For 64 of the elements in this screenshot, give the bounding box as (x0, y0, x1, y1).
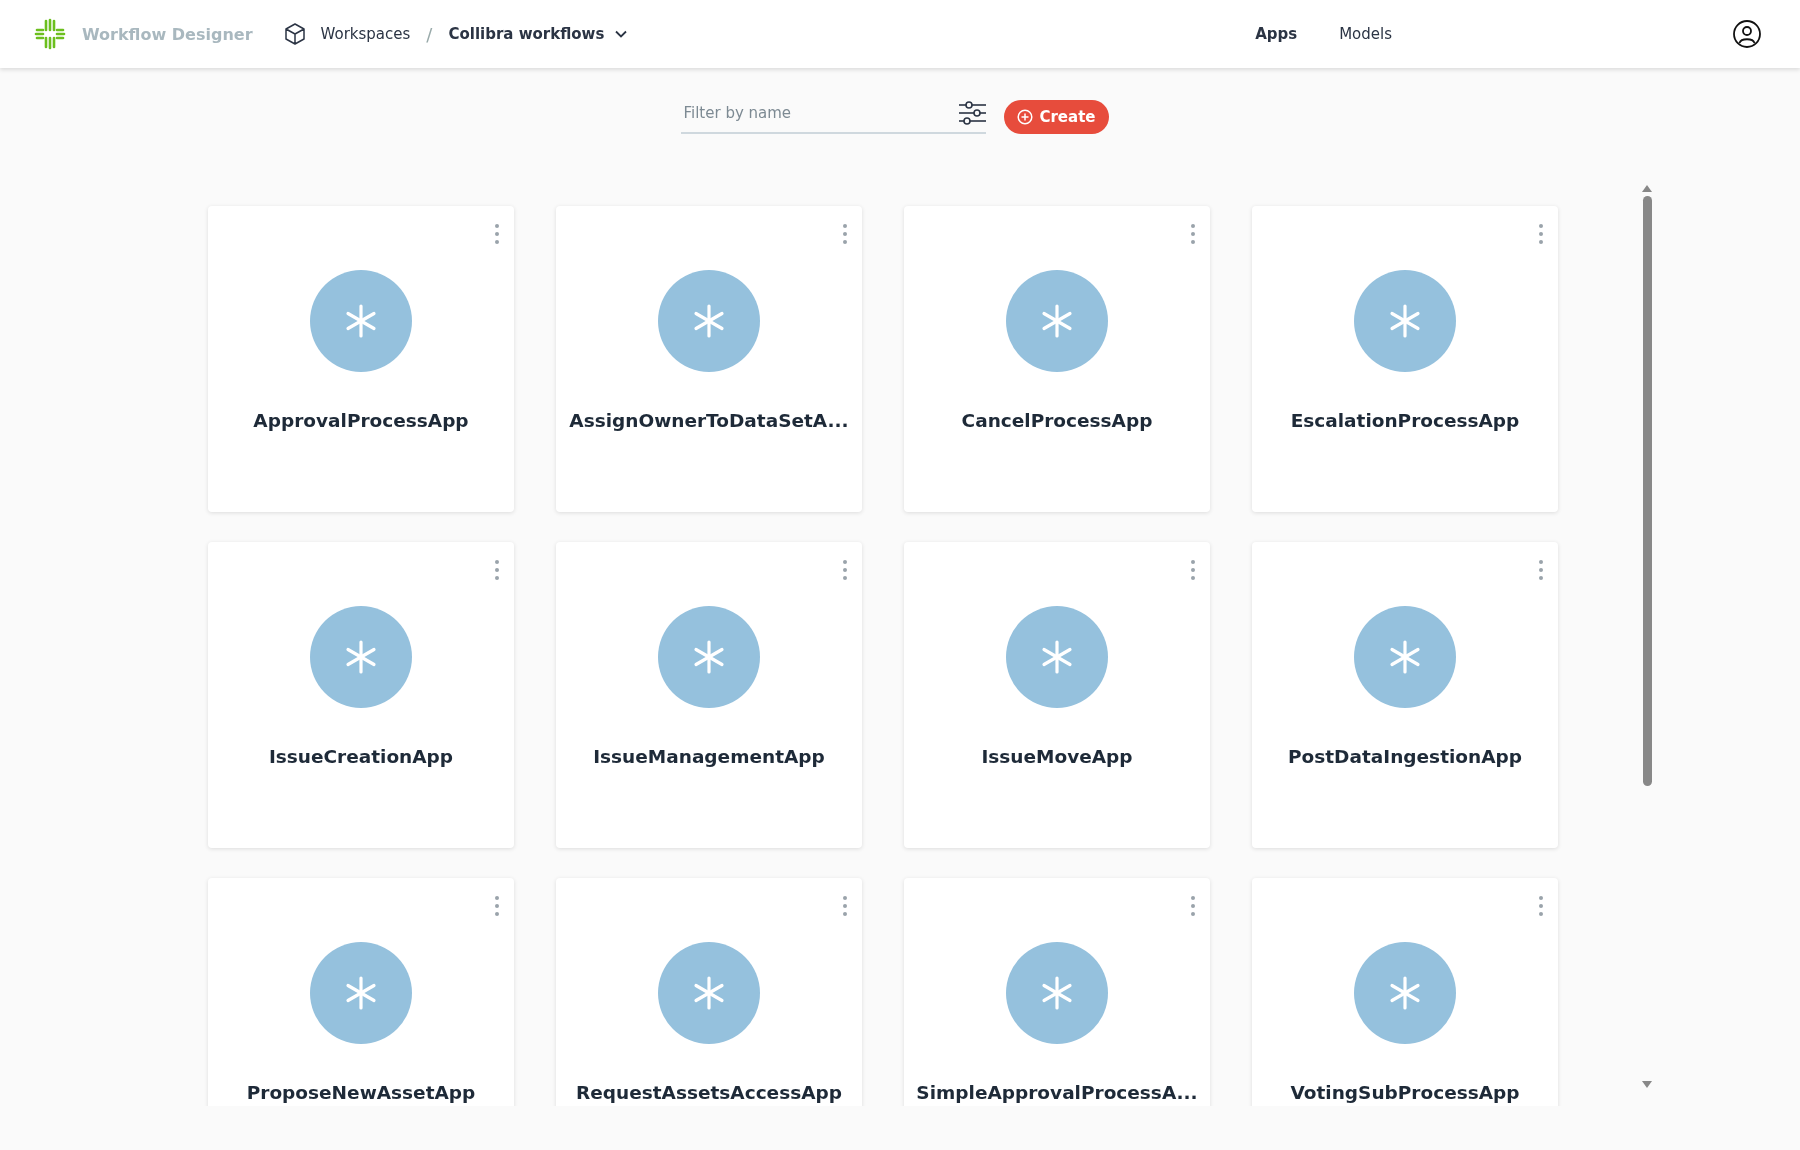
user-avatar-icon[interactable] (1732, 19, 1762, 49)
app-name: SimpleApprovalProcessA... (916, 1082, 1198, 1103)
more-options-icon[interactable] (842, 223, 848, 245)
app-name: EscalationProcessApp (1290, 410, 1520, 431)
app-title: Workflow Designer (82, 24, 253, 44)
more-options-icon[interactable] (1538, 223, 1544, 245)
app-card[interactable]: RequestAssetsAccessApp (556, 878, 862, 1106)
app-card[interactable]: ProposeNewAssetApp (208, 878, 514, 1106)
app-name: IssueCreationApp (268, 746, 454, 767)
scroll-up-arrow-icon[interactable] (1641, 184, 1653, 192)
app-card[interactable]: IssueMoveApp (904, 542, 1210, 848)
app-card[interactable]: AssignOwnerToDataSetA... (556, 206, 862, 512)
asterisk-icon (1006, 942, 1108, 1044)
more-options-icon[interactable] (842, 895, 848, 917)
asterisk-icon (658, 942, 760, 1044)
asterisk-icon (310, 606, 412, 708)
app-name: VotingSubProcessApp (1290, 1082, 1520, 1103)
scrollbar[interactable] (1640, 184, 1654, 1089)
app-name: ApprovalProcessApp (253, 410, 469, 431)
create-button[interactable]: Create (1004, 100, 1109, 134)
app-card[interactable]: VotingSubProcessApp (1252, 878, 1558, 1106)
filter-field[interactable]: Filter by name (681, 103, 959, 123)
asterisk-icon (658, 270, 760, 372)
asterisk-icon (658, 606, 760, 708)
logo-icon (34, 18, 66, 50)
asterisk-icon (1354, 942, 1456, 1044)
asterisk-icon (1006, 270, 1108, 372)
nav-tab[interactable]: Models (1339, 25, 1392, 43)
app-name: ProposeNewAssetApp (246, 1082, 476, 1103)
app-card[interactable]: SimpleApprovalProcessA... (904, 878, 1210, 1106)
asterisk-icon (1006, 606, 1108, 708)
more-options-icon[interactable] (1538, 559, 1544, 581)
more-options-icon[interactable] (1190, 895, 1196, 917)
more-options-icon[interactable] (494, 559, 500, 581)
cube-icon (282, 22, 307, 46)
sliders-icon[interactable] (958, 100, 987, 126)
more-options-icon[interactable] (494, 895, 500, 917)
asterisk-icon (310, 270, 412, 372)
app-card[interactable]: IssueManagementApp (556, 542, 862, 848)
asterisk-icon (310, 942, 412, 1044)
asterisk-icon (1354, 270, 1456, 372)
app-card[interactable]: EscalationProcessApp (1252, 206, 1558, 512)
asterisk-icon (1354, 606, 1456, 708)
plus-circle-icon (1017, 109, 1034, 125)
app-card[interactable]: PostDataIngestionApp (1252, 542, 1558, 848)
app-card[interactable]: CancelProcessApp (904, 206, 1210, 512)
app-name: RequestAssetsAccessApp (576, 1082, 842, 1103)
breadcrumb-link[interactable]: Workspaces (320, 25, 411, 43)
more-options-icon[interactable] (842, 559, 848, 581)
scroll-down-arrow-icon[interactable] (1641, 1081, 1653, 1089)
app-card[interactable]: ApprovalProcessApp (208, 206, 514, 512)
more-options-icon[interactable] (494, 223, 500, 245)
nav-tab[interactable]: Apps (1255, 25, 1298, 43)
app-name: CancelProcessApp (961, 410, 1153, 431)
more-options-icon[interactable] (1190, 223, 1196, 245)
app-name: IssueManagementApp (593, 746, 825, 767)
breadcrumb-separator: / (426, 23, 433, 45)
app-name: AssignOwnerToDataSetA... (569, 410, 849, 431)
more-options-icon[interactable] (1190, 559, 1196, 581)
workspace-dropdown[interactable]: Collibra workflows (448, 25, 629, 43)
app-card[interactable]: IssueCreationApp (208, 542, 514, 848)
app-name: PostDataIngestionApp (1288, 746, 1522, 767)
more-options-icon[interactable] (1538, 895, 1544, 917)
app-name: IssueMoveApp (981, 746, 1133, 767)
